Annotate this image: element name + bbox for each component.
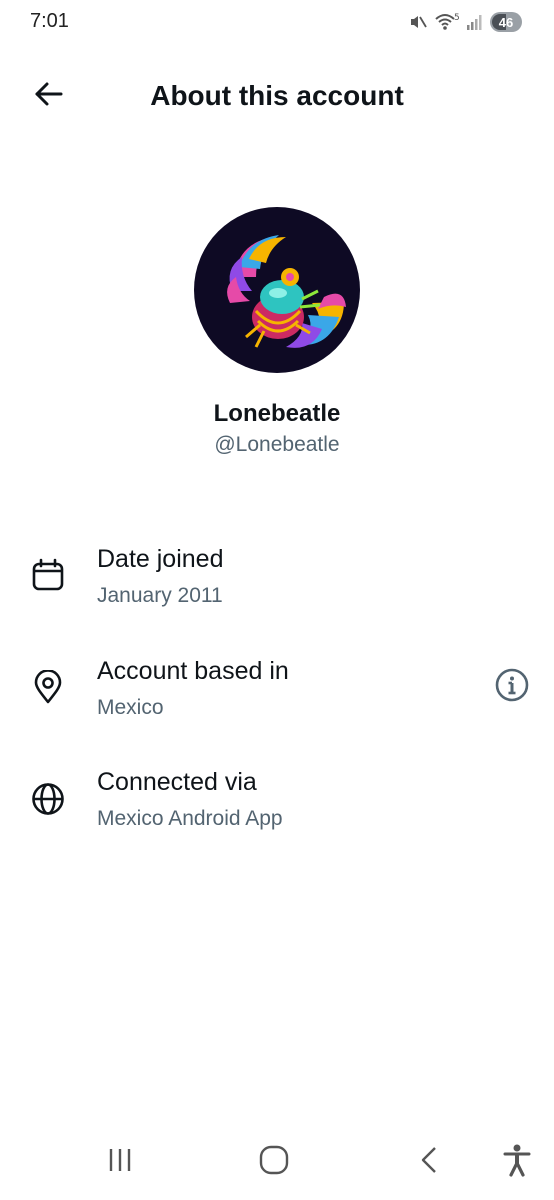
row-label-date-joined: Date joined bbox=[97, 545, 224, 573]
handle: @Lonebeatle bbox=[214, 433, 340, 456]
signal-icon bbox=[466, 13, 484, 31]
svg-text:5: 5 bbox=[454, 13, 460, 23]
battery-level: 46 bbox=[498, 14, 514, 30]
status-icons: 5 46 bbox=[408, 11, 522, 33]
scarab-image bbox=[227, 235, 346, 348]
info-row-connected-via: Connected via Mexico Android App bbox=[0, 763, 554, 853]
status-bar: 7:01 5 46 bbox=[0, 0, 554, 44]
location-pin-icon bbox=[30, 669, 66, 705]
row-value-date-joined: January 2011 bbox=[97, 584, 223, 607]
recent-apps-button[interactable] bbox=[100, 1142, 140, 1182]
avatar[interactable] bbox=[194, 207, 360, 373]
row-value-account-based-in: Mexico bbox=[97, 696, 164, 719]
status-time: 7:01 bbox=[30, 10, 69, 32]
globe-icon bbox=[30, 781, 66, 817]
wifi-icon: 5 bbox=[434, 12, 460, 32]
home-icon bbox=[258, 1144, 290, 1181]
page-title: About this account bbox=[150, 80, 404, 111]
info-row-account-based-in: Account based in Mexico bbox=[0, 652, 554, 742]
accessibility-button[interactable] bbox=[497, 1142, 537, 1182]
info-row-date-joined: Date joined January 2011 bbox=[0, 540, 554, 630]
row-value-connected-via: Mexico Android App bbox=[97, 807, 283, 830]
recent-apps-icon bbox=[105, 1145, 135, 1180]
home-button[interactable] bbox=[254, 1142, 294, 1182]
nav-back-button[interactable] bbox=[410, 1142, 450, 1182]
info-icon bbox=[495, 668, 529, 707]
mute-icon bbox=[408, 12, 428, 32]
header: About this account bbox=[0, 60, 554, 132]
row-label-connected-via: Connected via bbox=[97, 768, 257, 796]
system-nav-bar bbox=[0, 1130, 554, 1190]
info-button[interactable] bbox=[494, 668, 530, 707]
accessibility-icon bbox=[502, 1143, 532, 1182]
row-label-account-based-in: Account based in bbox=[97, 657, 289, 685]
battery-icon: 46 bbox=[490, 12, 522, 32]
calendar-icon bbox=[30, 557, 66, 593]
display-name: Lonebeatle bbox=[213, 400, 341, 427]
back-icon bbox=[415, 1145, 445, 1180]
